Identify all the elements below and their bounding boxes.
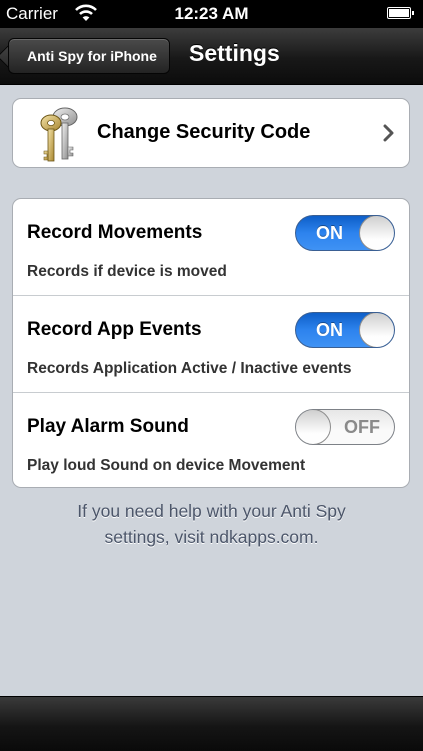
keys-icon — [40, 107, 78, 162]
help-footer-text: If you need help with your Anti Spy sett… — [0, 498, 423, 550]
status-bar: Carrier 12:23 AM — [0, 0, 423, 28]
setting-title: Record Movements — [27, 222, 203, 243]
setting-title: Play Alarm Sound — [27, 416, 189, 437]
change-security-code-cell[interactable]: Change Security Code — [12, 98, 410, 168]
toggle-knob — [359, 313, 394, 347]
settings-group: Record Movements ON Records if device is… — [12, 198, 410, 488]
bottom-toolbar — [0, 696, 423, 751]
setting-description: Records Application Active / Inactive ev… — [27, 360, 352, 377]
record-app-events-toggle[interactable]: ON — [295, 312, 395, 348]
back-button[interactable]: Anti Spy for iPhone — [8, 38, 170, 74]
page-title: Settings — [189, 40, 280, 66]
setting-title: Record App Events — [27, 319, 202, 340]
play-alarm-sound-toggle[interactable]: OFF — [295, 409, 395, 445]
setting-row-record-app-events: Record App Events ON Records Application… — [13, 295, 409, 391]
help-line-1: If you need help with your Anti Spy — [77, 501, 346, 521]
help-line-2: settings, visit ndkapps.com. — [104, 527, 319, 547]
setting-description: Play loud Sound on device Movement — [27, 457, 306, 474]
setting-row-record-movements: Record Movements ON Records if device is… — [13, 199, 409, 295]
toggle-state-label: OFF — [344, 417, 380, 437]
chevron-right-icon — [383, 124, 394, 142]
toggle-state-label: ON — [316, 320, 343, 340]
toggle-knob — [296, 410, 331, 444]
record-movements-toggle[interactable]: ON — [295, 215, 395, 251]
battery-icon — [387, 7, 414, 19]
clock: 12:23 AM — [174, 4, 249, 23]
toggle-state-label: ON — [316, 223, 343, 243]
toggle-knob — [359, 216, 394, 250]
change-security-code-label: Change Security Code — [97, 121, 311, 143]
setting-row-play-alarm-sound: Play Alarm Sound OFF Play loud Sound on … — [13, 392, 409, 487]
setting-description: Records if device is moved — [27, 263, 227, 280]
navigation-bar: Anti Spy for iPhone Settings — [0, 28, 423, 85]
